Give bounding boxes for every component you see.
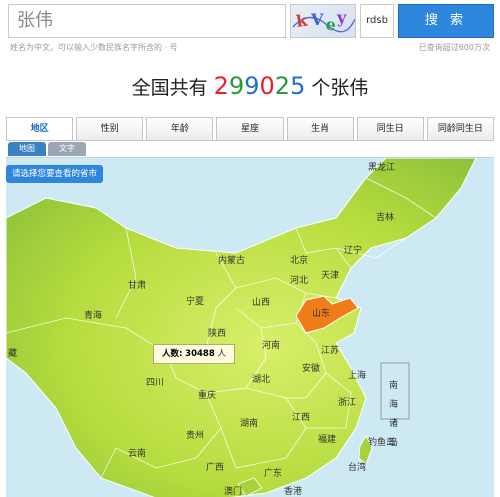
label-fujian: 福建: [318, 433, 336, 445]
label-xizang: 藏: [8, 347, 17, 359]
tooltip-label: 人数:: [162, 349, 183, 359]
svg-text:V: V: [310, 10, 324, 29]
view-switch: 地图 文字: [8, 142, 88, 156]
label-taiwan: 台湾: [348, 461, 366, 473]
label-liaoning: 辽宁: [344, 244, 362, 256]
tooltip-unit: 人: [217, 349, 226, 359]
label-hunan: 湖南: [240, 417, 258, 429]
tab-same-birthday[interactable]: 同生日: [356, 117, 424, 141]
label-beijing: 北京: [290, 254, 308, 266]
count-digit: 9: [244, 72, 260, 100]
count-digit: 0: [259, 72, 275, 100]
label-hebei: 河北: [290, 274, 308, 286]
subtab-text[interactable]: 文字: [48, 142, 86, 156]
tab-same-age-birthday[interactable]: 同龄同生日: [426, 117, 494, 141]
label-jilin: 吉林: [376, 211, 394, 223]
headline-prefix: 全国共有: [131, 77, 208, 99]
label-chongqing: 重庆: [198, 389, 216, 401]
search-button[interactable]: 搜 索: [398, 4, 494, 38]
captcha-image: k V e y: [290, 4, 356, 38]
svg-text:k: k: [295, 10, 310, 30]
south-sea-inset: [380, 362, 410, 420]
label-shandong: 山东: [312, 307, 330, 319]
label-hubei: 湖北: [252, 374, 270, 385]
result-headline: 全国共有 299025 个张伟: [0, 72, 500, 100]
map-canvas: 黑龙江 吉林 辽宁 内蒙古 北京 天津 河北 山西 山东 甘肃 宁夏 青海 陕西…: [6, 158, 477, 497]
label-henan: 河南: [262, 339, 280, 351]
input-hint: 姓名为中文，可以输入少数民族名字所含的 · 号: [10, 43, 178, 52]
tab-gender[interactable]: 性别: [76, 117, 144, 141]
tab-region[interactable]: 地区: [6, 117, 74, 141]
stats-tabs: 地区 性别 年龄 星座 生肖 同生日 同龄同生日: [6, 117, 494, 141]
label-guangdong: 广东: [264, 467, 282, 479]
svg-text:y: y: [336, 8, 347, 27]
label-tianjin: 天津: [321, 270, 339, 281]
population-tooltip: 人数: 30488 人: [153, 344, 235, 364]
label-sichuan: 四川: [146, 378, 164, 388]
label-heilongjiang: 黑龙江: [368, 161, 395, 173]
count-digit: 2: [213, 72, 229, 100]
label-neimenggu: 内蒙古: [218, 254, 245, 266]
label-nanhai: 南海诸岛: [387, 379, 398, 447]
label-aomen: 澳门: [224, 485, 242, 497]
label-qinghai: 青海: [84, 309, 102, 321]
tab-age[interactable]: 年龄: [146, 117, 214, 141]
tooltip-value: 30488: [185, 349, 215, 359]
count-digit: 9: [228, 72, 245, 100]
count-digit: 2: [274, 72, 291, 100]
mainland-shape: [6, 158, 477, 497]
label-ningxia: 宁夏: [186, 295, 204, 307]
svg-text:e: e: [324, 14, 337, 34]
label-shanxi: 山西: [252, 297, 270, 308]
label-guizhou: 贵州: [186, 429, 204, 441]
tab-constellation[interactable]: 星座: [216, 117, 284, 141]
label-gansu: 甘肃: [128, 279, 146, 291]
count-digit: 5: [290, 72, 306, 100]
label-jiangsu: 江苏: [321, 344, 339, 356]
captcha-input[interactable]: rdsb: [360, 4, 394, 38]
label-anhui: 安徽: [302, 362, 320, 374]
subtab-map[interactable]: 地图: [8, 142, 46, 156]
label-yunnan: 云南: [128, 447, 146, 459]
label-shanghai: 上海: [348, 369, 366, 381]
label-jiangxi: 江西: [292, 412, 310, 423]
label-shaanxi: 陕西: [208, 327, 226, 339]
search-input[interactable]: 张伟: [8, 4, 286, 38]
select-province-button[interactable]: 请选择您要查看的省市: [6, 165, 104, 183]
label-xianggang: 香港: [284, 485, 302, 497]
label-zhejiang: 浙江: [338, 396, 356, 408]
query-count-hint: 已查询超过600万次: [418, 43, 490, 52]
tab-zodiac[interactable]: 生肖: [286, 117, 354, 141]
headline-suffix: 个张伟: [311, 77, 369, 99]
china-map[interactable]: 黑龙江 吉林 辽宁 内蒙古 北京 天津 河北 山西 山东 甘肃 宁夏 青海 陕西…: [6, 157, 494, 497]
label-guangxi: 广西: [206, 461, 224, 473]
tab-divider: [6, 140, 494, 141]
